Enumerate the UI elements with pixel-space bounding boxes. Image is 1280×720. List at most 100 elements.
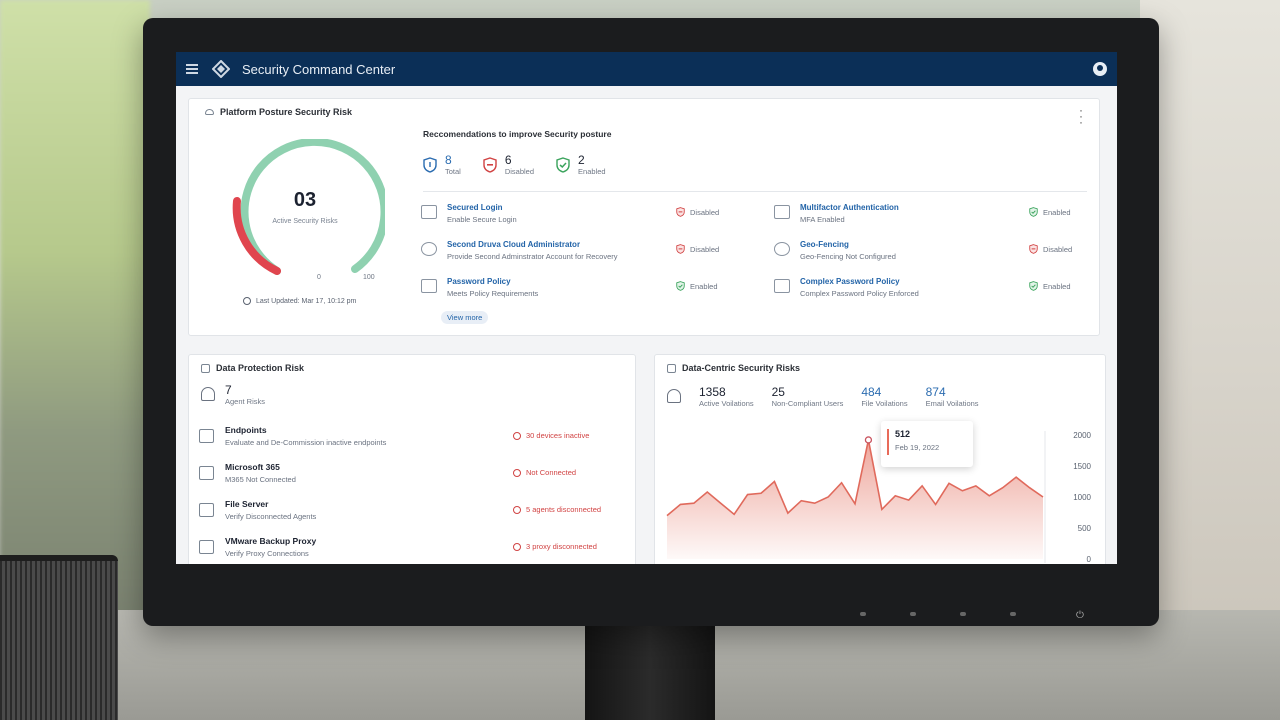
status-enabled: Enabled: [1029, 281, 1091, 291]
data-protection-card: Data Protection Risk 7 Agent Risks Endpoi…: [188, 354, 636, 564]
list-item: Endpoints Evaluate and De-Commission inac…: [199, 425, 619, 462]
alert-icon: [513, 431, 521, 440]
data-protection-list: Endpoints Evaluate and De-Commission inac…: [199, 425, 619, 564]
rec-link[interactable]: Multifactor Authentication: [800, 203, 899, 212]
shield-disabled-icon: [1029, 244, 1038, 254]
file-server-icon: [199, 503, 214, 517]
row-desc: Evaluate and De-Commission inactive endp…: [225, 438, 387, 447]
rec-second-admin: Second Druva Cloud Administrator Provide …: [421, 240, 738, 263]
rec-desc: Complex Password Policy Enforced: [800, 289, 919, 298]
stat-value: 484: [861, 385, 882, 399]
rec-password-policy: Password Policy Meets Policy Requirements…: [421, 277, 738, 300]
stat-enabled-label: Enabled: [578, 167, 606, 176]
stat-value: 1358: [699, 385, 726, 399]
view-more-button[interactable]: View more: [441, 311, 489, 324]
status-text: Disabled: [690, 207, 720, 217]
recommendation-stats: 8 Total 6 Disabled 2 Enabled: [423, 153, 606, 176]
recommendation-list: Secured Login Enable Secure Login Disable…: [421, 203, 1091, 300]
row-desc: Verify Disconnected Agents: [225, 512, 317, 521]
status-disabled: Disabled: [676, 207, 738, 217]
rec-desc: Provide Second Adminstrator Account for …: [447, 252, 618, 261]
shield-disabled-icon: [676, 244, 685, 254]
location-icon: [774, 242, 790, 256]
stat-enabled-value: 2: [578, 153, 585, 167]
y-tick-label: 0: [1087, 555, 1092, 564]
row-name: Microsoft 365: [225, 462, 280, 472]
rec-link[interactable]: Complex Password Policy: [800, 277, 919, 286]
last-updated: Last Updated: Mar 17, 10:12 pm: [243, 297, 356, 305]
gauge-min: 0: [317, 274, 321, 281]
lock-icon: [421, 205, 437, 219]
divider: [423, 191, 1087, 192]
agent-risks: 7 Agent Risks: [201, 383, 265, 406]
cube-icon: [667, 363, 676, 373]
rec-desc: Enable Secure Login: [447, 215, 517, 224]
row-status-text: 3 proxy disconnected: [526, 542, 597, 551]
stat-value: 25: [771, 385, 785, 399]
status-enabled: Enabled: [676, 281, 738, 291]
status-text: Enabled: [1043, 207, 1071, 217]
hamburger-menu-icon[interactable]: [186, 64, 198, 74]
row-status[interactable]: Not Connected: [513, 468, 576, 477]
posture-card: Platform Posture Security Risk · · · 03 Ac…: [188, 98, 1100, 336]
data-centric-title: Data-Centric Security Risks: [667, 363, 800, 373]
top-bar: Security Command Center: [176, 52, 1117, 86]
y-tick-label: 2000: [1073, 431, 1091, 440]
shield-check-icon: [556, 157, 570, 173]
rec-link[interactable]: Secured Login: [447, 203, 517, 212]
stat-non-compliant-users: 25 Non-Compliant Users: [772, 385, 844, 408]
rec-desc: MFA Enabled: [800, 215, 845, 224]
data-point-highlight[interactable]: [864, 436, 873, 444]
data-protection-title-text: Data Protection Risk: [216, 363, 305, 373]
gauge-label: Active Security Risks: [272, 218, 338, 225]
clock-icon: [243, 297, 251, 305]
tooltip-value: 512: [895, 429, 911, 439]
laptop-icon: [199, 429, 214, 443]
alarm-icon: [201, 387, 215, 401]
row-name: Endpoints: [225, 425, 267, 435]
rec-link[interactable]: Second Druva Cloud Administrator: [447, 240, 618, 249]
monitor-stand: [585, 624, 715, 720]
shield-info-icon: [423, 157, 437, 173]
row-status-text: Not Connected: [526, 468, 577, 477]
stat-total: 8 Total: [423, 153, 461, 176]
status-text: Enabled: [1043, 281, 1071, 291]
alarm-icon: [667, 389, 681, 403]
data-centric-stats: 1358 Active Voilations 25 Non-Compliant Us…: [667, 385, 979, 408]
row-desc: Verify Proxy Connections: [225, 549, 309, 558]
rec-link[interactable]: Geo-Fencing: [800, 240, 896, 249]
stat-disabled-label: Disabled: [504, 167, 535, 176]
row-status[interactable]: 30 devices inactive: [513, 431, 589, 440]
shield-disabled-icon: [483, 157, 497, 173]
cube-icon: [201, 363, 210, 373]
stat-disabled-value: 6: [504, 153, 512, 167]
agent-risks-label: Agent Risks: [225, 397, 266, 406]
user-avatar-icon[interactable]: [1093, 62, 1107, 76]
rec-desc: Meets Policy Requirements: [447, 289, 539, 298]
chart-tooltip: 512 Feb 19, 2022: [881, 421, 973, 467]
stat-email-violations[interactable]: 874 Email Voilations: [926, 385, 979, 408]
cloud-icon: [205, 109, 214, 115]
mesh-bin: [0, 555, 118, 720]
row-status[interactable]: 3 proxy disconnected: [513, 542, 597, 551]
row-name: VMware Backup Proxy: [225, 536, 317, 546]
power-icon: ⏻: [1076, 610, 1084, 621]
stat-active-violations: 1358 Active Voilations: [699, 385, 754, 408]
row-status[interactable]: 5 agents disconnected: [513, 505, 601, 514]
data-protection-title: Data Protection Risk: [201, 363, 304, 373]
shield-check-icon: [1029, 281, 1038, 291]
shield-disabled-icon: [676, 207, 685, 217]
status-disabled: Disabled: [676, 244, 738, 254]
stat-label: Email Voilations: [925, 399, 979, 408]
row-desc: M365 Not Connected: [225, 475, 296, 484]
rec-multifactor: Multifactor Authentication MFA Enabled En…: [774, 203, 1091, 226]
agent-risks-value: 7: [225, 383, 232, 397]
stat-file-violations[interactable]: 484 File Voilations: [861, 385, 907, 408]
stat-enabled: 2 Enabled: [556, 153, 606, 176]
rec-link[interactable]: Password Policy: [447, 277, 538, 286]
more-options-icon[interactable]: · · ·: [1079, 104, 1083, 128]
stat-label: File Voilations: [861, 399, 908, 408]
tooltip-date: Feb 19, 2022: [895, 443, 940, 452]
last-updated-text: Last Updated: Mar 17, 10:12 pm: [256, 297, 357, 305]
row-status-text: 30 devices inactive: [526, 431, 590, 440]
